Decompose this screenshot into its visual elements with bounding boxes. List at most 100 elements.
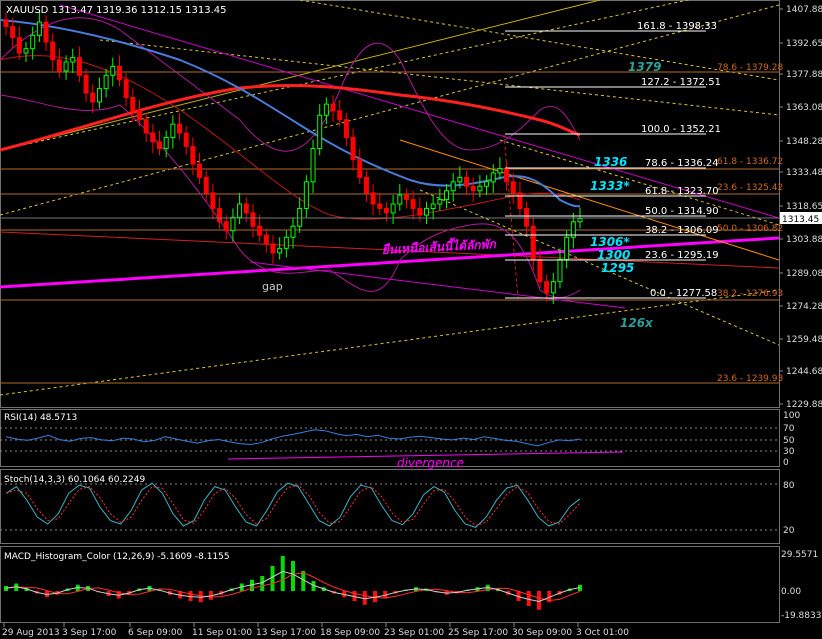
macd-bar <box>291 561 295 591</box>
macd-bar <box>260 576 265 591</box>
rsi-panel: RSI(14) 48.5713 divergence 100 70 50 30 … <box>0 411 800 470</box>
macd-histogram <box>4 556 582 610</box>
candle-body <box>70 57 76 63</box>
stoch-tick: 20 <box>783 526 795 536</box>
candle-body <box>177 123 183 134</box>
candle-body <box>550 281 556 294</box>
candle-body <box>96 88 102 103</box>
price-tick-label: 1363.08 <box>786 103 822 113</box>
macd-tick: 29.5571 <box>781 550 818 560</box>
candle-body <box>397 194 403 205</box>
candle-body <box>150 132 156 143</box>
candle-body <box>517 192 523 209</box>
fib-label: 61.8 - 1323.70 <box>645 186 719 197</box>
candle-body <box>504 168 510 183</box>
main-panel-frame <box>0 0 780 408</box>
price-tick-label: 1377.88 <box>786 70 822 80</box>
fib-label: 100.0 - 1352.21 <box>641 124 721 135</box>
candle-body <box>470 185 476 192</box>
macd-bar <box>537 591 541 610</box>
fib-label: 38.2 - 1306.09 <box>645 225 719 236</box>
fib-label: 78.6 - 1336.24 <box>645 158 719 169</box>
candle-body <box>557 258 563 283</box>
candle-body <box>157 141 163 150</box>
candle-body <box>490 172 496 183</box>
candle-body <box>217 207 223 223</box>
price-tick-label: 1274.28 <box>786 302 822 312</box>
rsi-tick: 50 <box>783 436 795 446</box>
magenta-trend-lower <box>249 261 626 309</box>
candle-body <box>357 159 363 178</box>
candle-body <box>143 119 149 134</box>
macd-panel: MACD_Histogram_Color (12,26,9) -5.1609 -… <box>4 550 821 621</box>
channel-line <box>299 0 779 81</box>
candle-body <box>103 74 109 90</box>
trading-chart: XAUUSD 1313.47 1319.36 1312.15 1313.45 1… <box>0 0 822 638</box>
candles <box>3 10 583 304</box>
chart-symbol: XAUUSD 1313.47 1319.36 1312.15 1313.45 <box>6 5 227 16</box>
candle-body <box>230 216 236 232</box>
candle-body <box>317 114 323 150</box>
candle-body <box>83 74 89 94</box>
candle-body <box>223 221 229 232</box>
fib-label: 78.6 - 1379.28 <box>717 63 783 73</box>
candle-body <box>437 199 443 205</box>
candle-body <box>36 21 42 36</box>
annotation-divergence: divergence <box>397 456 464 470</box>
price-tick-label: 1244.68 <box>786 367 822 377</box>
annotation-1306: 1306* <box>590 235 630 249</box>
candle-body <box>430 203 436 209</box>
annotation-1336: 1336 <box>594 155 627 169</box>
price-tick-label: 1229.88 <box>786 400 822 410</box>
candle-body <box>323 103 329 116</box>
price-tick-label: 1333.48 <box>786 168 822 178</box>
candle-body <box>243 203 249 214</box>
candle-body <box>190 145 196 165</box>
candle-body <box>577 218 583 223</box>
fib-label: 23.6 - 1295.19 <box>645 250 719 261</box>
candle-body <box>497 168 503 174</box>
candle-body <box>263 234 269 245</box>
price-tick-label: 1303.88 <box>786 235 822 245</box>
rsi-tick: 0 <box>783 458 789 468</box>
candle-body <box>130 96 136 112</box>
candle-body <box>257 225 263 236</box>
candle-body <box>297 207 303 227</box>
candle-body <box>530 225 536 260</box>
fib-label: 61.8 - 1336.72 <box>717 157 783 167</box>
time-tick-label: 18 Sep 09:00 <box>320 628 380 638</box>
candle-body <box>43 21 49 43</box>
stoch-panel: Stoch(14,3,3) 60.1064 60.2249 80 20 <box>0 475 795 536</box>
candle-body <box>457 176 463 183</box>
candle-body <box>303 181 309 209</box>
candle-body <box>283 236 289 249</box>
time-tick-label: 3 Sep 17:00 <box>62 628 117 638</box>
price-axis: 1407.88 1392.65 1377.88 1363.08 1348.28 1333.… <box>779 5 822 410</box>
candle-body <box>76 57 82 76</box>
candle-body <box>183 132 189 147</box>
candle-body <box>450 181 456 192</box>
rsi-tick: 30 <box>783 447 795 457</box>
candle-body <box>210 192 216 209</box>
macd-bar <box>280 556 285 591</box>
candle-body <box>377 203 383 209</box>
annotation-1300: 1300 <box>597 248 630 262</box>
candle-body <box>16 37 22 54</box>
channel-line <box>0 289 779 396</box>
candle-body <box>444 190 450 201</box>
candle-body <box>136 110 142 121</box>
candle-body <box>110 65 116 76</box>
candle-body <box>30 34 36 50</box>
candle-body <box>237 203 243 218</box>
fib-label: 50.0 - 1314.90 <box>645 206 719 217</box>
candle-body <box>477 185 483 192</box>
candle-body <box>50 41 56 61</box>
fib-label: 38.2 - 1276.93 <box>717 289 783 299</box>
price-tick-label: 1259.48 <box>786 335 822 345</box>
macd-bar <box>270 566 275 591</box>
candle-body <box>484 181 490 187</box>
candle-body <box>330 103 336 112</box>
candle-body <box>383 207 389 214</box>
time-tick-label: 29 Aug 2013 <box>2 628 60 638</box>
candle-body <box>363 176 369 194</box>
